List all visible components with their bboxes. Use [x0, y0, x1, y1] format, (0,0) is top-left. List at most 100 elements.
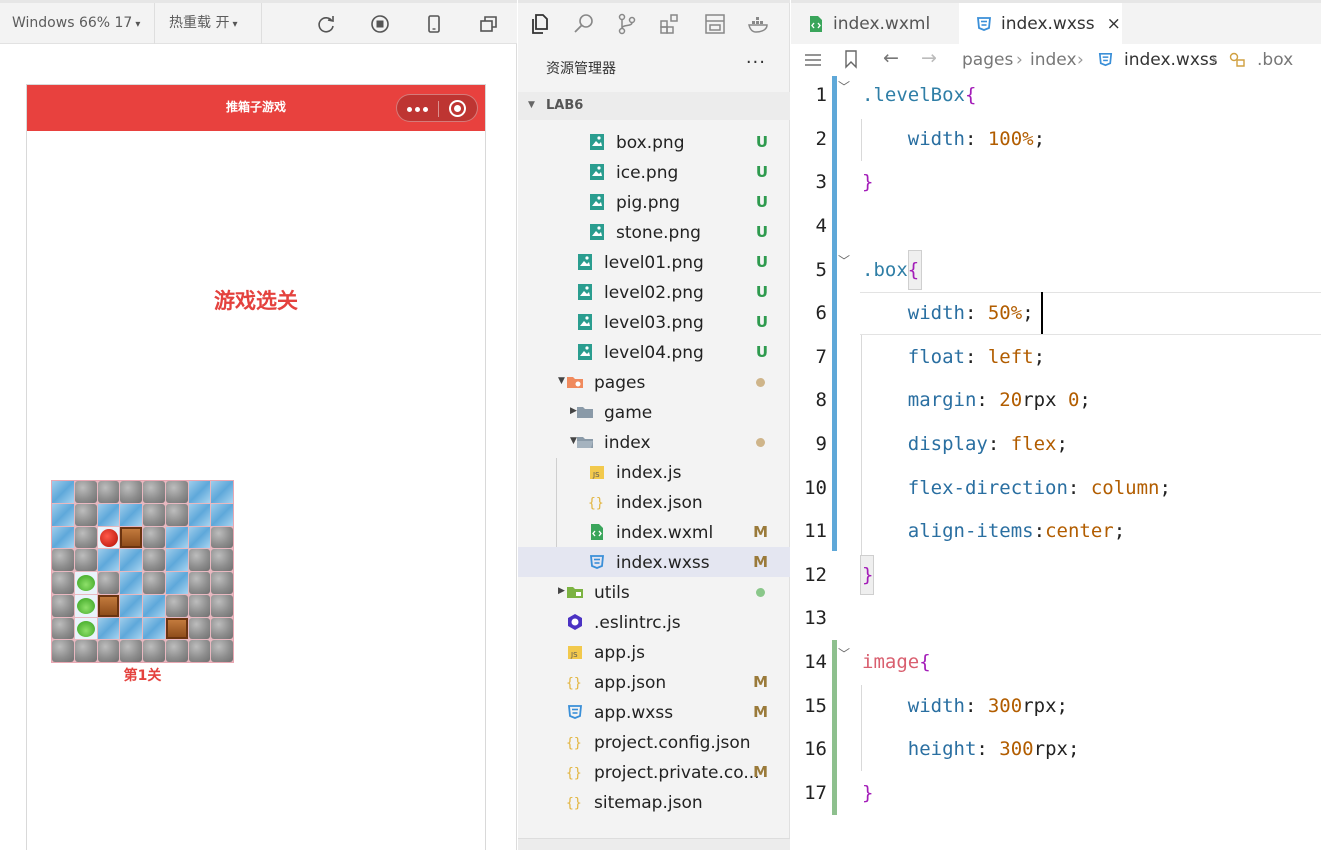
tab-index-wxss[interactable]: index.wxss × — [959, 3, 1122, 44]
search-icon[interactable] — [572, 12, 596, 36]
code-line[interactable]: .levelBox{ — [862, 84, 976, 106]
activity-bar — [518, 0, 790, 44]
chevron-right-icon[interactable]: ▶ — [558, 586, 565, 596]
code-line[interactable]: display: flex; — [862, 433, 1068, 455]
breadcrumb-item[interactable]: pages — [962, 50, 1013, 70]
code-line[interactable]: flex-direction: column; — [862, 477, 1171, 499]
svg-text:{}: {} — [566, 796, 582, 811]
close-circle-icon[interactable] — [449, 100, 466, 117]
chevron-down-icon: ▾ — [135, 19, 141, 30]
docker-icon[interactable] — [747, 12, 771, 36]
tree-item[interactable]: {} project.private.co... M — [518, 757, 790, 787]
code-line[interactable]: image{ — [862, 651, 931, 673]
tree-item[interactable]: ▼ index — [518, 427, 790, 457]
code-line[interactable]: height: 300rpx; — [862, 738, 1080, 760]
code-line[interactable]: margin: 20rpx 0; — [862, 389, 1091, 411]
chevron-down-icon[interactable]: ▼ — [558, 376, 565, 386]
git-status-dot — [756, 378, 765, 387]
code-line[interactable]: align-items:center; — [862, 520, 1125, 542]
line-number: 8 — [815, 389, 827, 411]
code-line[interactable]: } — [862, 564, 873, 586]
tree-item[interactable]: pig.png U — [518, 187, 790, 217]
git-status-dot — [756, 438, 765, 447]
device-dropdown[interactable]: Windows 66% 17 ▾ — [0, 3, 155, 44]
device-label: Windows 66% 17 — [12, 15, 133, 31]
stop-icon[interactable] — [369, 13, 391, 35]
panel-layout-icon[interactable] — [703, 12, 727, 36]
svg-text:{}: {} — [588, 496, 604, 511]
level-thumbnail[interactable] — [51, 480, 234, 663]
code-line[interactable]: .box{ — [862, 259, 919, 281]
tree-item[interactable]: level04.png U — [518, 337, 790, 367]
tree-item[interactable]: index.wxml M — [518, 517, 790, 547]
tree-item[interactable]: {} index.json — [518, 487, 790, 517]
json-file-icon: {} — [566, 736, 582, 751]
image-file-icon — [590, 164, 604, 180]
tree-item[interactable]: stone.png U — [518, 217, 790, 247]
refresh-icon[interactable] — [315, 13, 337, 35]
code-line[interactable]: } — [862, 171, 873, 193]
git-status-badge: U — [755, 163, 768, 181]
line-number: 4 — [815, 215, 827, 237]
phone-preview-icon[interactable] — [423, 13, 445, 35]
forward-arrow-icon[interactable]: → — [921, 47, 937, 69]
tree-item[interactable]: ▼ pages — [518, 367, 790, 397]
json-file-icon: {} — [566, 766, 582, 781]
detach-window-icon[interactable] — [478, 13, 500, 35]
outline-section[interactable] — [518, 838, 790, 850]
tree-item-label: level01.png — [604, 253, 704, 273]
code-line[interactable]: float: left; — [862, 346, 1045, 368]
menu-capsule[interactable] — [396, 94, 478, 122]
tree-item[interactable]: {} sitemap.json — [518, 787, 790, 817]
tree-item[interactable]: {} project.config.json — [518, 727, 790, 757]
source-control-icon[interactable] — [615, 12, 639, 36]
selector-symbol-icon — [1229, 52, 1245, 67]
workspace-section[interactable]: ▼ LAB6 — [518, 92, 790, 120]
tree-item[interactable]: JS index.js — [518, 457, 790, 487]
line-number: 17 — [804, 782, 827, 804]
fold-chevron-icon[interactable]: ﹀ — [838, 645, 850, 662]
code-line[interactable]: width: 100%; — [862, 128, 1045, 150]
tree-item[interactable]: JS app.js — [518, 637, 790, 667]
tree-item[interactable]: {} app.json M — [518, 667, 790, 697]
git-status-badge: U — [755, 133, 768, 151]
tree-item[interactable]: level03.png U — [518, 307, 790, 337]
wxml-file-icon — [810, 15, 822, 32]
line-number: 9 — [815, 433, 827, 455]
tree-item[interactable]: index.wxss M — [518, 547, 790, 577]
more-actions-icon[interactable]: ··· — [746, 52, 766, 73]
tree-item-label: index — [604, 433, 651, 453]
more-dots-icon[interactable] — [407, 107, 428, 112]
tree-item[interactable]: ▶ utils — [518, 577, 790, 607]
line-number: 7 — [815, 346, 827, 368]
workspace-name: LAB6 — [546, 98, 584, 113]
breadcrumb-item[interactable]: .box — [1257, 50, 1293, 70]
json-file-icon: {} — [566, 676, 582, 691]
tree-item[interactable]: level02.png U — [518, 277, 790, 307]
level-label[interactable]: 第1关 — [51, 665, 234, 685]
hot-reload-dropdown[interactable]: 热重载 开 ▾ — [155, 3, 262, 44]
fold-chevron-icon[interactable]: ﹀ — [838, 78, 850, 95]
back-arrow-icon[interactable]: ← — [883, 47, 899, 69]
tree-item-label: sitemap.json — [594, 793, 703, 813]
bookmark-icon[interactable] — [843, 49, 859, 69]
image-file-icon — [590, 224, 604, 240]
close-tab-icon[interactable]: × — [1107, 14, 1121, 34]
tab-index-wxml[interactable]: index.wxml — [791, 3, 959, 44]
tree-item[interactable]: ice.png U — [518, 157, 790, 187]
list-icon[interactable] — [803, 51, 823, 69]
breadcrumb-item[interactable]: index.wxss — [1124, 50, 1218, 70]
image-file-icon — [578, 314, 592, 330]
code-line[interactable]: width: 300rpx; — [862, 695, 1068, 717]
extensions-icon[interactable] — [658, 12, 682, 36]
breadcrumb-item[interactable]: index — [1030, 50, 1077, 70]
fold-chevron-icon[interactable]: ﹀ — [838, 252, 850, 269]
code-line[interactable]: } — [862, 782, 873, 804]
tree-item[interactable]: box.png U — [518, 127, 790, 157]
tree-item[interactable]: level01.png U — [518, 247, 790, 277]
code-line[interactable]: width: 50%; — [862, 302, 1034, 324]
tree-item[interactable]: .eslintrc.js — [518, 607, 790, 637]
files-icon[interactable] — [528, 12, 552, 36]
tree-item[interactable]: ▶ game — [518, 397, 790, 427]
tree-item[interactable]: app.wxss M — [518, 697, 790, 727]
